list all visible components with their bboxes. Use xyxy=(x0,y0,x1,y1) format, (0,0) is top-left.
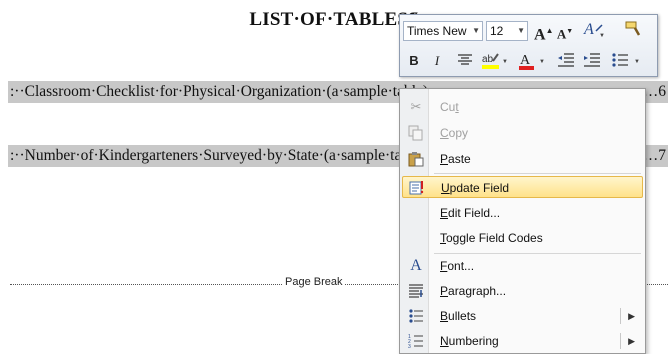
increase-indent-icon[interactable] xyxy=(582,53,602,73)
grow-font-icon[interactable]: A▲ xyxy=(534,21,553,43)
font-size-value: 12 xyxy=(490,24,504,38)
menu-item-label: Toggle Field Codes xyxy=(440,231,543,245)
svg-text:A: A xyxy=(520,53,531,68)
mnemonic-letter: t xyxy=(455,100,459,114)
paste-icon xyxy=(408,151,424,167)
svg-text:▼: ▼ xyxy=(599,33,605,38)
mnemonic-letter: E xyxy=(440,206,449,220)
svg-text:▼: ▼ xyxy=(539,59,545,65)
menu-item-paragraph[interactable]: Paragraph... xyxy=(402,280,643,302)
mnemonic-letter: B xyxy=(440,309,449,323)
font-icon: A xyxy=(410,257,422,274)
menu-item-label: Font... xyxy=(440,259,475,273)
mnemonic-letter: U xyxy=(441,181,450,195)
svg-text:▼: ▼ xyxy=(502,59,508,65)
menu-item-numbering[interactable]: 123 Numbering ▶ xyxy=(402,330,643,352)
paragraph-icon xyxy=(408,283,424,299)
italic-button[interactable]: I xyxy=(429,51,445,71)
submenu-divider xyxy=(620,308,621,324)
mnemonic-letter: T xyxy=(440,231,446,245)
svg-text:ab: ab xyxy=(482,54,494,65)
chevron-down-icon[interactable]: ▼ xyxy=(472,22,480,40)
page-break-label: Page Break xyxy=(282,276,346,288)
font-size-box[interactable]: 12 ▼ xyxy=(486,21,528,41)
menu-item-label: Cut xyxy=(440,100,459,114)
menu-item-font[interactable]: A Font... xyxy=(402,255,643,277)
chevron-right-icon[interactable]: ▶ xyxy=(628,330,635,352)
menu-separator xyxy=(434,253,641,254)
menu-item-label: Edit Field... xyxy=(440,206,501,220)
menu-item-label: Bullets xyxy=(440,309,477,323)
mini-toolbar: Times New ▼ 12 ▼ A▲ A▼ A ▼ B I ab ▼ A ▼ … xyxy=(399,14,658,77)
styles-icon[interactable]: A ▼ xyxy=(582,20,606,40)
chevron-right-icon[interactable]: ▶ xyxy=(628,305,635,327)
menu-item-label: Paste xyxy=(440,152,471,166)
menu-item-cut[interactable]: ✂ Cut xyxy=(402,96,643,118)
submenu-divider xyxy=(620,333,621,349)
toc-entry-text: :··Number·of·Kindergarteners·Surveyed·by… xyxy=(10,147,426,164)
toc-entry-text: :··Classroom·Checklist·for·Physical·Orga… xyxy=(10,83,429,100)
menu-separator xyxy=(434,173,641,174)
svg-text:3: 3 xyxy=(408,344,411,349)
mnemonic-letter: C xyxy=(440,126,449,140)
mnemonic-letter: F xyxy=(440,259,448,273)
mnemonic-letter: P xyxy=(440,152,449,166)
menu-item-label: Update Field xyxy=(441,181,510,195)
shrink-font-icon[interactable]: A▼ xyxy=(556,21,574,41)
context-menu: ✂ Cut Copy Paste Update Field Edit Field… xyxy=(399,88,646,354)
decrease-indent-icon[interactable] xyxy=(556,53,576,73)
menu-item-toggle-field-codes[interactable]: Toggle Field Codes xyxy=(402,227,643,249)
menu-item-label: Copy xyxy=(440,126,469,140)
heading-text: LIST·OF·TABLES xyxy=(249,9,409,30)
svg-text:▼: ▼ xyxy=(634,59,640,65)
font-name-box[interactable]: Times New ▼ xyxy=(403,21,483,41)
bullets-icon[interactable]: ▼ xyxy=(610,52,644,72)
menu-item-bullets[interactable]: Bullets ▶ xyxy=(402,305,643,327)
menu-item-paste[interactable]: Paste xyxy=(402,148,643,170)
mnemonic-letter: N xyxy=(440,334,449,348)
menu-item-update-field[interactable]: Update Field xyxy=(402,176,643,198)
menu-item-edit-field[interactable]: Edit Field... xyxy=(402,202,643,224)
center-align-icon[interactable] xyxy=(456,53,474,73)
numbering-icon: 123 xyxy=(408,333,424,350)
svg-text:A: A xyxy=(583,21,594,38)
font-name-value: Times New xyxy=(407,24,467,38)
menu-item-copy[interactable]: Copy xyxy=(402,122,643,144)
menu-item-label: Numbering xyxy=(440,334,499,348)
mnemonic-letter: P xyxy=(440,284,449,298)
chevron-down-icon[interactable]: ▼ xyxy=(517,22,525,40)
update-field-icon xyxy=(409,180,425,196)
scissors-icon: ✂ xyxy=(410,99,422,114)
highlight-icon[interactable]: ab ▼ xyxy=(480,51,510,71)
bold-button[interactable]: B xyxy=(406,51,422,71)
menu-item-label: Paragraph... xyxy=(440,284,507,298)
copy-icon xyxy=(408,125,424,141)
format-painter-icon[interactable] xyxy=(622,20,644,40)
bullets-icon xyxy=(408,308,424,324)
font-color-icon[interactable]: A ▼ xyxy=(517,51,547,71)
